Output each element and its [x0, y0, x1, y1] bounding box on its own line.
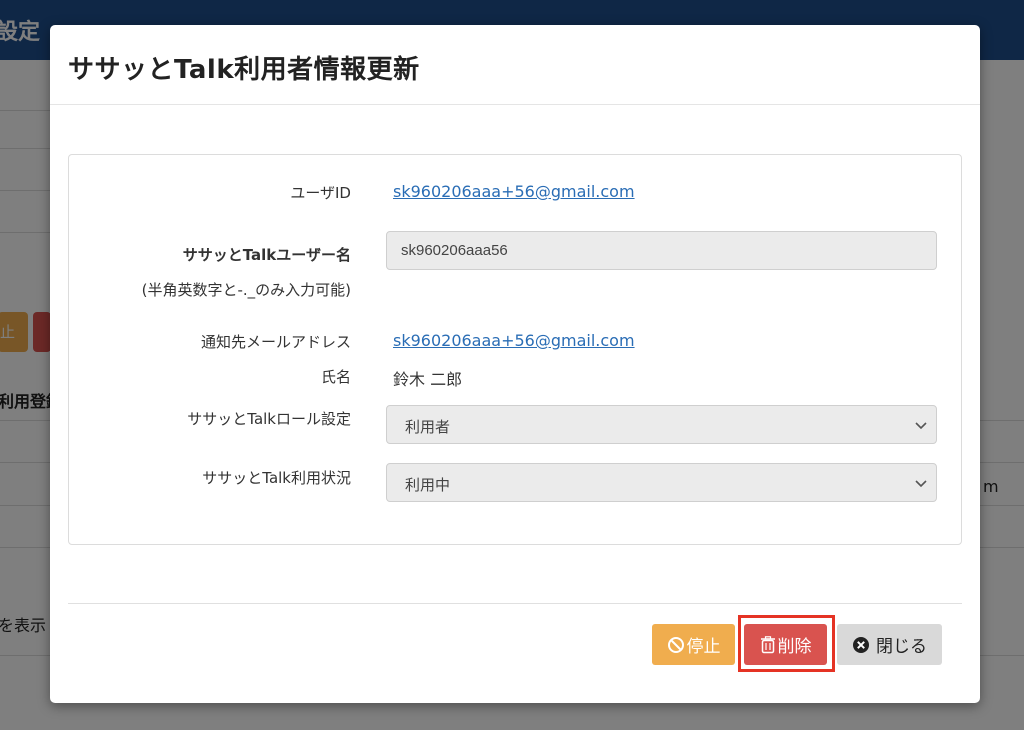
username-note: (半角英数字と-._のみ入力可能): [141, 281, 351, 299]
username-input[interactable]: sk960206aaa56: [386, 231, 937, 270]
role-select-value: 利用者: [405, 418, 451, 436]
modal-header: ササッとTalk利用者情報更新: [50, 25, 980, 105]
ban-icon: [667, 636, 684, 653]
username-label: ササッとTalkユーザー名: [182, 246, 351, 264]
chevron-down-icon: [915, 480, 927, 488]
status-select[interactable]: 利用中: [386, 463, 937, 502]
close-button[interactable]: 閉じる: [837, 624, 942, 665]
close-circle-icon: [853, 636, 869, 653]
status-label: ササッとTalk利用状況: [202, 469, 351, 487]
role-select[interactable]: 利用者: [386, 405, 937, 444]
chevron-down-icon: [915, 422, 927, 430]
name-label: 氏名: [320, 368, 351, 386]
email-label: 通知先メールアドレス: [200, 333, 351, 351]
user-id-link[interactable]: sk960206aaa+56@gmail.com: [393, 182, 635, 201]
close-button-label: 閉じる: [876, 637, 927, 657]
modal-title: ササッとTalk利用者情報更新: [68, 55, 420, 85]
email-link[interactable]: sk960206aaa+56@gmail.com: [393, 331, 635, 350]
user-id-label: ユーザID: [290, 184, 351, 202]
form-panel: ユーザID sk960206aaa+56@gmail.com ササッとTalkユ…: [68, 154, 962, 545]
stop-button-label: 停止: [686, 637, 721, 657]
delete-highlight-box: [738, 615, 835, 672]
footer-divider: [68, 603, 962, 604]
name-value: 鈴木 二郎: [393, 370, 463, 389]
status-select-value: 利用中: [405, 476, 451, 494]
role-label: ササッとTalkロール設定: [187, 410, 351, 428]
user-update-modal: ササッとTalk利用者情報更新 ユーザID sk960206aaa+56@gma…: [50, 25, 980, 703]
stop-button[interactable]: 停止: [652, 624, 735, 665]
